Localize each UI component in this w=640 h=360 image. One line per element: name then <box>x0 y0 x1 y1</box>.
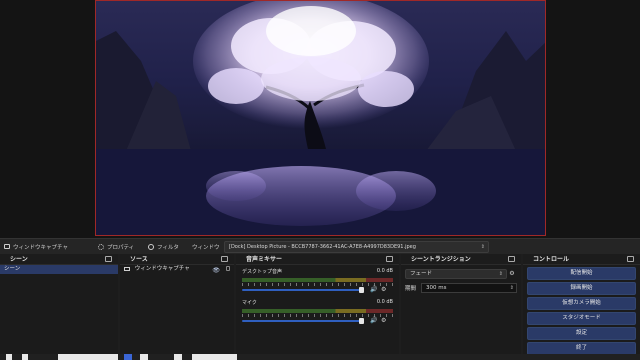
chevron-updown-icon: ⇕ <box>480 244 485 250</box>
controls-dock: コントロール 配信開始 録画開始 仮想カメラ開始 スタジオモード 設定 終了 <box>523 254 640 360</box>
controls-body: 配信開始 録画開始 仮想カメラ開始 スタジオモード 設定 終了 <box>523 265 640 360</box>
slider-track <box>242 320 360 322</box>
transitions-body: フェード ⇕ ⚙ 期間 300 ms ⇕ <box>401 265 521 360</box>
speaker-icon[interactable]: 🔊 <box>370 317 377 324</box>
gear-icon[interactable]: ⚙ <box>381 317 386 324</box>
volume-slider[interactable]: 🔊 ⚙ <box>242 286 393 293</box>
slider-track <box>242 289 360 291</box>
mixer-channels: デスクトップ音声 0.0 dB 🔊 ⚙ マイク 0.0 dB 🔊 ⚙ <box>236 265 399 360</box>
popout-icon[interactable] <box>221 256 228 262</box>
filters-button[interactable]: フィルタ <box>148 243 179 251</box>
scenes-dock-header: シーン <box>0 254 118 265</box>
add-button[interactable] <box>6 354 12 360</box>
preview-image <box>96 1 545 235</box>
transition-select[interactable]: フェード ⇕ <box>405 268 507 279</box>
duration-label: 期間 <box>405 285 417 292</box>
gear-icon[interactable]: ⚙ <box>381 286 386 293</box>
preview-area[interactable] <box>0 0 640 238</box>
preview-canvas[interactable] <box>95 0 546 236</box>
popout-icon[interactable] <box>627 256 634 262</box>
slider-thumb[interactable] <box>359 287 364 293</box>
window-icon <box>124 266 130 271</box>
mixer-dock-header: 音声ミキサー <box>236 254 399 265</box>
chevron-updown-icon: ⇕ <box>498 270 503 277</box>
spinner-arrows-icon[interactable]: ⇕ <box>510 284 514 292</box>
sources-dock-header: ソース <box>120 254 234 265</box>
volume-meter <box>242 309 393 313</box>
channel-db: 0.0 dB <box>376 268 393 274</box>
studio-mode-button[interactable]: スタジオモード <box>527 312 636 325</box>
transitions-dock-header: シーントランジション <box>401 254 521 265</box>
lock-icon[interactable] <box>226 266 230 271</box>
start-streaming-button[interactable]: 配信開始 <box>527 267 636 280</box>
add-source-button[interactable] <box>124 354 132 360</box>
speaker-icon[interactable]: 🔊 <box>370 286 377 293</box>
remove-source-button[interactable] <box>140 354 148 360</box>
popout-icon[interactable] <box>105 256 112 262</box>
window-icon <box>4 244 10 249</box>
channel-name: デスクトップ音声 <box>242 269 283 275</box>
dock-toolbar-strip <box>0 354 640 360</box>
mixer-channel-desktop: デスクトップ音声 0.0 dB 🔊 ⚙ <box>236 265 399 293</box>
settings-button[interactable]: 設定 <box>527 327 636 340</box>
popout-icon[interactable] <box>508 256 515 262</box>
window-select[interactable]: [Dock] Desktop Picture - BCCB7787-3662-4… <box>224 241 489 253</box>
filter-icon <box>148 243 154 250</box>
remove-button[interactable] <box>22 354 28 360</box>
toolbar-strip <box>192 354 237 360</box>
duration-input[interactable]: 300 ms ⇕ <box>421 282 517 293</box>
channel-db: 0.0 dB <box>376 299 393 305</box>
scene-item[interactable]: シーン <box>0 265 118 274</box>
toolbar-strip <box>58 354 118 360</box>
visibility-eye-icon[interactable]: 👁 <box>212 266 220 275</box>
start-recording-button[interactable]: 録画開始 <box>527 282 636 295</box>
start-virtual-camera-button[interactable]: 仮想カメラ開始 <box>527 297 636 310</box>
popout-icon[interactable] <box>386 256 393 262</box>
scene-transitions-dock: シーントランジション フェード ⇕ ⚙ 期間 300 ms ⇕ <box>401 254 521 360</box>
volume-meter <box>242 278 393 282</box>
slider-thumb[interactable] <box>359 318 364 324</box>
sources-list: ウィンドウキャプチャ 👁 <box>120 265 234 360</box>
mixer-channel-mic: マイク 0.0 dB 🔊 ⚙ <box>236 296 399 324</box>
sources-dock: ソース ウィンドウキャプチャ 👁 <box>120 254 234 360</box>
controls-dock-header: コントロール <box>523 254 640 265</box>
gear-icon <box>98 243 104 250</box>
volume-slider[interactable]: 🔊 ⚙ <box>242 317 393 324</box>
gear-icon[interactable]: ⚙ <box>507 270 517 277</box>
audio-mixer-dock: 音声ミキサー デスクトップ音声 0.0 dB 🔊 ⚙ マイク 0.0 dB 🔊 … <box>236 254 399 360</box>
properties-button[interactable]: プロパティ <box>98 243 134 251</box>
window-label: ウィンドウ <box>192 244 220 251</box>
window-capture-label: ウィンドウキャプチャ <box>4 243 68 251</box>
scenes-list: シーン <box>0 265 118 360</box>
channel-name: マイク <box>242 300 257 306</box>
scenes-dock: シーン シーン <box>0 254 118 360</box>
obs-window: ウィンドウキャプチャ プロパティ フィルタ ウィンドウ [Dock] Deskt… <box>0 0 640 360</box>
context-bar: ウィンドウキャプチャ プロパティ フィルタ ウィンドウ [Dock] Deskt… <box>0 238 640 254</box>
source-item[interactable]: ウィンドウキャプチャ 👁 <box>120 265 234 274</box>
move-up-button[interactable] <box>174 354 182 360</box>
